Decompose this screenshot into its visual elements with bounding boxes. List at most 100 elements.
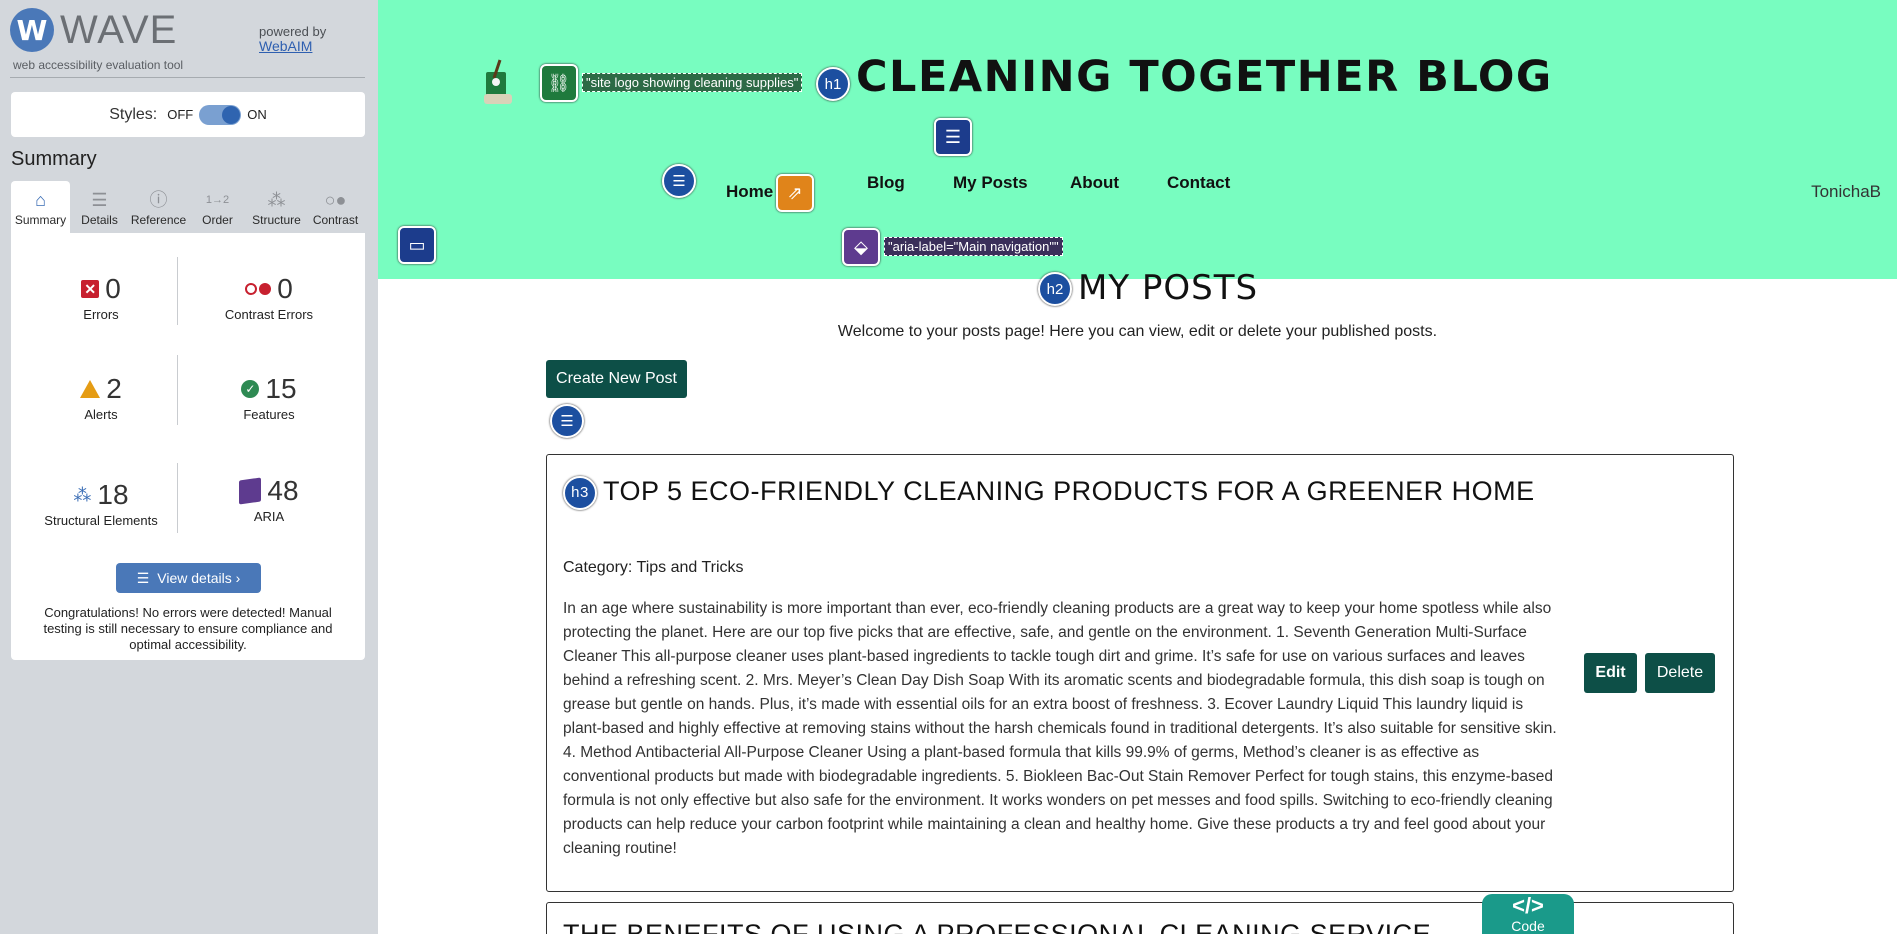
wave-logo-text: WAVE xyxy=(60,7,178,52)
tab-summary[interactable]: ⌂ Summary xyxy=(11,181,70,233)
divider xyxy=(177,257,178,325)
wave-tagline: web accessibility evaluation tool xyxy=(13,58,184,72)
h2-badge-icon[interactable]: h2 xyxy=(1038,272,1072,306)
errors-count: 0 xyxy=(105,273,121,304)
code-icon: </> xyxy=(1512,893,1544,918)
nav-about[interactable]: About xyxy=(1070,173,1119,193)
welcome-text: Welcome to your posts page! Here you can… xyxy=(837,323,1438,340)
wave-header-region-icon[interactable]: ☰ xyxy=(934,118,972,156)
tab-structure[interactable]: ⁂ Structure xyxy=(247,181,306,233)
styles-label: Styles: xyxy=(109,105,158,123)
info-icon: ⓘ xyxy=(149,190,168,210)
webaim-link[interactable]: WebAIM xyxy=(259,39,326,54)
h1-badge-icon[interactable]: h1 xyxy=(816,67,850,101)
stat-structural[interactable]: ⁂ 18 Structural Elements xyxy=(21,479,181,528)
aria-count: 48 xyxy=(267,475,299,506)
stat-errors[interactable]: ✕ 0 Errors xyxy=(21,273,181,322)
wave-tabs: ⌂ Summary ☰ Details ⓘ Reference 1→2 Orde… xyxy=(11,181,365,233)
site-logo-icon[interactable] xyxy=(478,58,520,108)
wave-navigation-region-icon[interactable]: ▭ xyxy=(398,226,436,264)
structure-icon: ⁂ xyxy=(267,190,286,210)
styles-off-label: OFF xyxy=(167,107,194,122)
aria-label-text: "aria-label="Main navigation"" xyxy=(884,237,1063,256)
feature-check-icon: ✓ xyxy=(241,380,260,398)
post-category: Category: Tips and Tricks xyxy=(563,559,744,576)
wave-list-icon[interactable]: ☰ xyxy=(550,404,584,438)
divider xyxy=(177,463,178,533)
post-card: h3 TOP 5 ECO-FRIENDLY CLEANING PRODUCTS F… xyxy=(546,454,1734,892)
structural-count: 18 xyxy=(97,479,129,510)
edit-button[interactable]: Edit xyxy=(1584,653,1637,693)
errors-label: Errors xyxy=(83,307,119,322)
nav-home[interactable]: Home xyxy=(726,182,773,202)
nav-my-posts[interactable]: My Posts xyxy=(953,173,1028,193)
site-header: ⛓ "site logo showing cleaning supplies" … xyxy=(378,0,1897,279)
post-title: h3 TOP 5 ECO-FRIENDLY CLEANING PRODUCTS F… xyxy=(563,471,1563,511)
list-icon: ☰ xyxy=(136,569,150,586)
wave-redundant-link-alert-icon[interactable]: ⇗ xyxy=(776,174,814,212)
summary-heading: Summary xyxy=(11,148,97,170)
username[interactable]: TonichaB xyxy=(1811,182,1881,202)
delete-button[interactable]: Delete xyxy=(1645,653,1715,693)
tab-label: Order xyxy=(202,213,233,227)
powered-by-text: powered by xyxy=(259,24,327,39)
summary-panel: ✕ 0 Errors 0 Contrast Errors 2 Alerts ✓ 15… xyxy=(11,233,365,660)
nav-blog[interactable]: Blog xyxy=(867,173,905,193)
post-title-text: TOP 5 ECO-FRIENDLY CLEANING PRODUCTS FOR… xyxy=(603,476,1535,506)
tab-order[interactable]: 1→2 Order xyxy=(188,181,247,233)
view-details-label: View details › xyxy=(157,570,241,586)
stat-features[interactable]: ✓ 15 Features xyxy=(189,373,349,422)
tab-contrast[interactable]: ○● Contrast xyxy=(306,181,365,233)
post-title: THE BENEFITS OF USING A PROFESSIONAL CLE… xyxy=(563,919,1432,934)
congrats-message: Congratulations! No errors were detected… xyxy=(43,605,333,652)
stat-alerts[interactable]: 2 Alerts xyxy=(21,373,181,422)
code-label: Code xyxy=(1511,918,1545,934)
list-icon: ☰ xyxy=(91,190,108,210)
aria-label: ARIA xyxy=(253,509,285,524)
wave-logo[interactable]: W WAVE xyxy=(10,8,177,52)
tab-reference[interactable]: ⓘ Reference xyxy=(129,181,188,233)
site-title: CLEANING TOGETHER BLOG xyxy=(856,52,1553,102)
wave-aria-label-icon[interactable]: ⬙ xyxy=(842,228,880,266)
page-heading: MY POSTS xyxy=(1078,268,1259,308)
stat-aria[interactable]: 48 ARIA xyxy=(189,475,349,524)
styles-on-label: ON xyxy=(247,107,267,122)
error-icon: ✕ xyxy=(81,280,100,298)
contrast-icon: ○● xyxy=(324,190,347,210)
divider xyxy=(10,77,365,78)
tab-label: Structure xyxy=(252,213,301,227)
contrast-errors-count: 0 xyxy=(277,273,293,304)
structural-label: Structural Elements xyxy=(44,513,158,528)
alt-text-label: "site logo showing cleaning supplies" xyxy=(582,73,803,92)
powered-by: powered by WebAIM xyxy=(259,24,326,54)
toggle-knob xyxy=(222,105,241,124)
divider xyxy=(177,355,178,425)
nav-contact[interactable]: Contact xyxy=(1167,173,1230,193)
wave-linked-image-icon[interactable]: ⛓ xyxy=(540,64,578,102)
stat-contrast-errors[interactable]: 0 Contrast Errors xyxy=(189,273,349,322)
create-new-post-button[interactable]: Create New Post xyxy=(546,360,687,398)
alerts-count: 2 xyxy=(106,373,122,404)
contrast-error-icon xyxy=(245,283,272,295)
tab-label: Details xyxy=(81,213,118,227)
tab-details[interactable]: ☰ Details xyxy=(70,181,129,233)
features-count: 15 xyxy=(265,373,297,404)
styles-toggle-box: Styles: OFF ON xyxy=(11,92,365,137)
wave-list-icon[interactable]: ☰ xyxy=(662,164,696,198)
tab-label: Reference xyxy=(130,213,187,227)
contrast-errors-label: Contrast Errors xyxy=(224,307,314,322)
alerts-label: Alerts xyxy=(84,407,118,422)
aria-icon xyxy=(239,477,262,505)
h3-badge-icon[interactable]: h3 xyxy=(563,475,597,510)
view-details-button[interactable]: ☰ View details › xyxy=(116,563,261,593)
page-content: ⛓ "site logo showing cleaning supplies" … xyxy=(378,0,1897,934)
structure-icon: ⁂ xyxy=(73,484,92,505)
tab-label: Contrast xyxy=(312,213,359,227)
post-body: In an age where sustainability is more i… xyxy=(563,600,1557,857)
tab-label: Summary xyxy=(14,213,67,227)
styles-toggle[interactable] xyxy=(199,104,242,125)
code-panel-tab[interactable]: </> Code xyxy=(1482,894,1574,934)
alert-icon xyxy=(80,380,101,398)
features-label: Features xyxy=(243,407,295,422)
order-icon: 1→2 xyxy=(205,194,230,206)
